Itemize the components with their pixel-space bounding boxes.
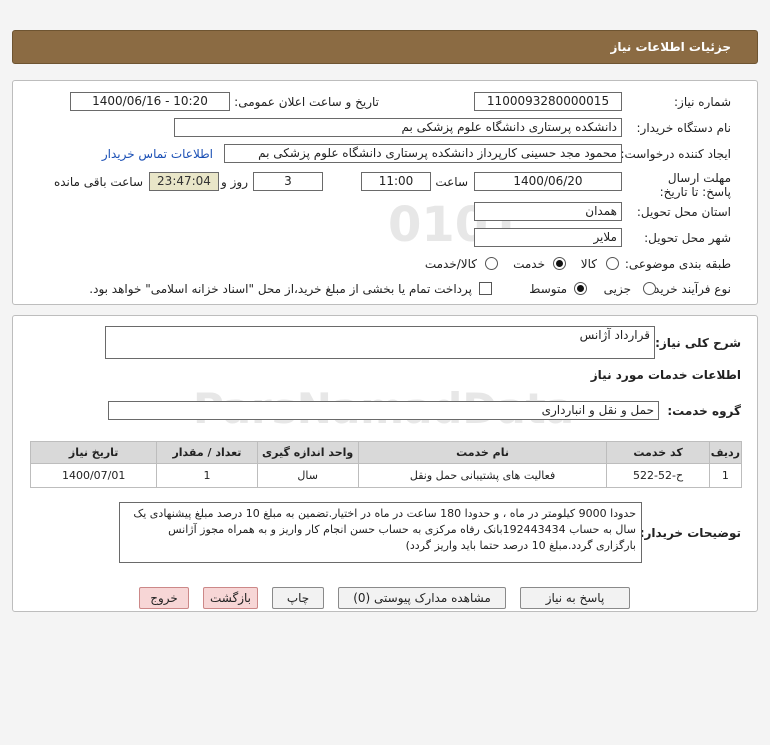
remaining-time-field: 23:47:04 bbox=[149, 172, 219, 191]
province-label: استان محل تحویل: bbox=[636, 205, 731, 219]
remaining-label: ساعت باقی مانده bbox=[53, 175, 143, 189]
col-code: کد خدمت bbox=[606, 441, 710, 464]
cell-name: فعالیت های پشتیبانی حمل ونقل bbox=[357, 463, 608, 488]
treasury-checkbox[interactable] bbox=[479, 282, 492, 295]
buyer-org-label: نام دستگاه خریدار: bbox=[636, 121, 732, 135]
buyer-org-field[interactable]: دانشکده پرستاری دانشگاه علوم پزشکی بم bbox=[174, 118, 622, 137]
cell-row: 1 bbox=[708, 463, 743, 488]
deadline-date-field[interactable]: 1400/06/20 bbox=[474, 172, 622, 191]
payment-note: پرداخت تمام یا بخشی از مبلغ خرید،از محل … bbox=[89, 282, 472, 296]
cell-unit: سال bbox=[256, 463, 359, 488]
summary-label: شرح کلی نیاز: bbox=[655, 336, 741, 350]
category-option-goods-service: کالا/خدمت bbox=[424, 257, 477, 271]
announce-label: تاریخ و ساعت اعلان عمومی: bbox=[234, 95, 379, 109]
col-name: نام خدمت bbox=[357, 441, 608, 464]
contact-buyer-link[interactable]: اطلاعات تماس خریدار bbox=[102, 147, 213, 161]
page-header: جزئیات اطلاعات نیاز bbox=[12, 30, 758, 64]
days-label: روز و bbox=[221, 175, 248, 189]
need-info-panel: 0101 شماره نیاز: 1100093280000015 تاریخ … bbox=[12, 80, 758, 305]
process-radio-medium[interactable] bbox=[574, 282, 587, 295]
need-number-label: شماره نیاز: bbox=[674, 95, 731, 109]
col-qty: تعداد / مقدار bbox=[156, 441, 258, 464]
reply-button[interactable]: پاسخ به نیاز bbox=[520, 587, 630, 609]
time-label: ساعت bbox=[435, 175, 468, 189]
back-button[interactable]: بازگشت bbox=[203, 587, 258, 609]
exit-button[interactable]: خروج bbox=[139, 587, 189, 609]
process-option-minor: جزیی bbox=[603, 282, 631, 296]
category-radio-goods[interactable] bbox=[606, 257, 619, 270]
cell-qty: 1 bbox=[156, 463, 258, 488]
services-section-title: اطلاعات خدمات مورد نیاز bbox=[590, 368, 741, 382]
days-field[interactable]: 3 bbox=[253, 172, 323, 191]
deadline-label: مهلت ارسال پاسخ: تا تاریخ: bbox=[659, 171, 731, 199]
service-group-field[interactable]: حمل و نقل و انبارداری bbox=[108, 401, 659, 420]
need-details-panel: ParsNamadData شرح کلی نیاز: قرارداد آژان… bbox=[12, 315, 758, 612]
province-field[interactable]: همدان bbox=[474, 202, 622, 221]
cell-date: 1400/07/01 bbox=[29, 463, 158, 488]
col-row: ردیف bbox=[708, 441, 743, 464]
buyer-notes-label: توضیحات خریدار: bbox=[639, 526, 741, 540]
category-radio-service[interactable] bbox=[553, 257, 566, 270]
process-radio-minor[interactable] bbox=[643, 282, 656, 295]
deadline-time-field[interactable]: 11:00 bbox=[361, 172, 431, 191]
col-date: تاریخ نیاز bbox=[29, 441, 158, 464]
process-option-medium: متوسط bbox=[529, 282, 567, 296]
table-header-row: ردیف کد خدمت نام خدمت واحد اندازه گیری ت… bbox=[29, 441, 743, 464]
category-radio-goods-service[interactable] bbox=[485, 257, 498, 270]
creator-field[interactable]: محمود مجد حسینی کارپرداز دانشکده پرستاری… bbox=[224, 144, 622, 163]
buyer-notes-field: حدودا 9000 کیلومتر در ماه ، و حدودا 180 … bbox=[119, 502, 642, 563]
summary-field[interactable]: قرارداد آژانس bbox=[105, 326, 655, 359]
service-group-label: گروه خدمت: bbox=[667, 404, 741, 418]
services-table: ردیف کد خدمت نام خدمت واحد اندازه گیری ت… bbox=[29, 441, 743, 488]
attachments-button[interactable]: مشاهده مدارک پیوستی (0) bbox=[338, 587, 506, 609]
cell-code: ح-52-522 bbox=[606, 463, 710, 488]
city-label: شهر محل تحویل: bbox=[644, 231, 731, 245]
process-label: نوع فرآیند خرید : bbox=[646, 282, 731, 296]
col-unit: واحد اندازه گیری bbox=[256, 441, 359, 464]
page-title: جزئیات اطلاعات نیاز bbox=[610, 40, 731, 54]
category-label: طبقه بندی موضوعی: bbox=[624, 257, 731, 271]
need-number-field[interactable]: 1100093280000015 bbox=[474, 92, 622, 111]
table-row[interactable]: 1 ح-52-522 فعالیت های پشتیبانی حمل ونقل … bbox=[29, 463, 743, 488]
announce-field[interactable]: 1400/06/16 - 10:20 bbox=[70, 92, 230, 111]
city-field[interactable]: ملایر bbox=[474, 228, 622, 247]
creator-label: ایجاد کننده درخواست: bbox=[620, 147, 731, 161]
category-option-service: خدمت bbox=[513, 257, 545, 271]
print-button[interactable]: چاپ bbox=[272, 587, 324, 609]
category-option-goods: کالا bbox=[580, 257, 597, 271]
